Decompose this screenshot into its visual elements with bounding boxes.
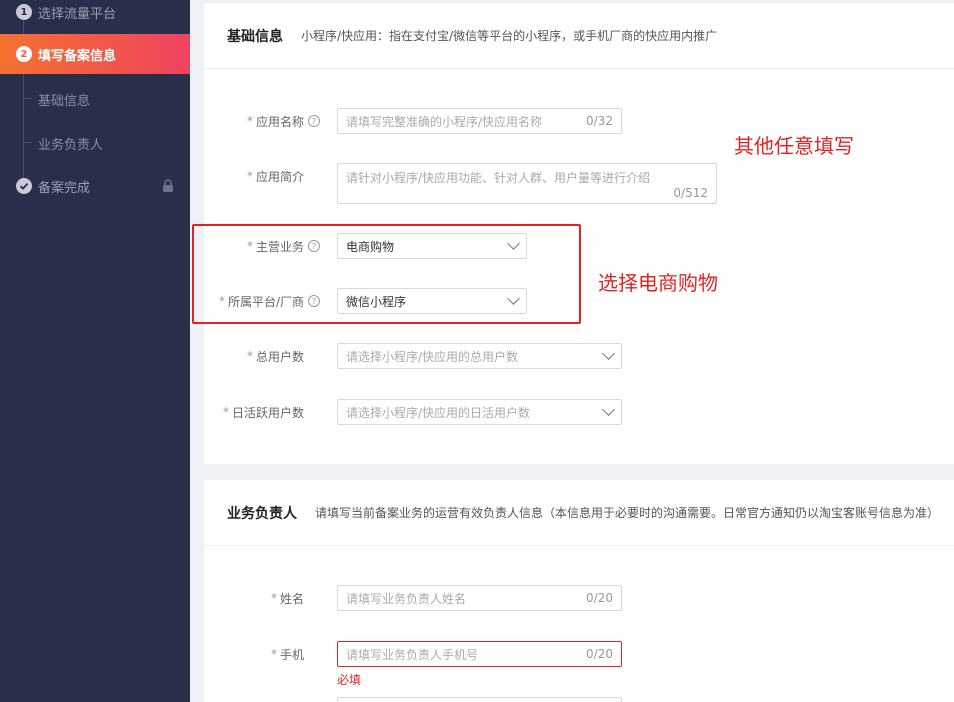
sidebar: 1 选择流量平台 2 填写备案信息 基础信息 业务负责人 备案完成 [0,0,190,702]
step-label: 选择流量平台 [38,6,117,22]
step-fill-info[interactable]: 2 填写备案信息 [0,34,190,74]
step-complete[interactable]: 备案完成 [0,166,190,206]
card-header: 基础信息 小程序/快应用：指在支付宝/微信等平台的小程序，或手机厂商的快应用内推… [204,3,954,69]
owner-phone-input[interactable]: 请填写业务负责人手机号 0/20 [337,641,622,667]
app-name-label: * 应用名称? [204,112,320,130]
app-intro-textarea[interactable]: 请针对小程序/快应用功能、针对人群、用户量等进行介绍 0/512 [337,163,717,204]
lock-icon [162,179,174,196]
char-count: 0/512 [673,186,708,200]
help-icon[interactable]: ? [308,295,320,307]
chevron-down-icon [602,347,615,360]
section-title: 基础信息 [227,28,283,45]
main-business-label: * 主营业务? [204,237,320,255]
chevron-down-icon [507,237,520,250]
app-intro-label: * 应用简介 [246,169,304,184]
total-users-label: * 总用户数 [246,349,304,364]
help-icon[interactable]: ? [308,240,320,252]
total-users-select[interactable]: 请选择小程序/快应用的总用户数 [337,343,622,369]
next-field-input[interactable] [337,697,622,702]
char-count: 0/20 [586,647,613,661]
annotation-select: 选择电商购物 [598,271,718,295]
step-label: 备案完成 [38,180,91,196]
app-name-input[interactable]: 请填写完整准确的小程序/快应用名称 0/32 [337,108,622,134]
daily-users-label: * 日活跃用户数 [222,405,304,420]
step-connector [23,74,24,178]
step-number: 1 [16,4,32,20]
owner-name-input[interactable]: 请填写业务负责人姓名 0/20 [337,585,622,611]
step-select-platform[interactable]: 1 选择流量平台 [0,0,190,32]
chevron-down-icon [507,292,520,305]
sidebar-sub-basic-info[interactable]: 基础信息 [38,90,90,109]
char-count: 0/32 [586,114,613,128]
platform-select[interactable]: 微信小程序 [337,288,527,314]
section-description: 小程序/快应用：指在支付宝/微信等平台的小程序，或手机厂商的快应用内推广 [301,29,718,43]
sidebar-sub-owner[interactable]: 业务负责人 [38,134,103,153]
platform-label: * 所属平台/厂商? [204,292,320,310]
sub-connector [24,142,32,143]
sub-connector [24,98,32,99]
step-label: 填写备案信息 [38,48,117,64]
help-icon[interactable]: ? [308,115,320,127]
name-label: * 姓名 [270,591,304,606]
card-header: 业务负责人 请填写当前备案业务的运营有效负责人信息（本信息用于必要时的沟通需要。… [204,480,954,546]
main-business-select[interactable]: 电商购物 [337,233,527,259]
phone-error-message: 必填 [337,673,362,687]
char-count: 0/20 [586,591,613,605]
daily-users-select[interactable]: 请选择小程序/快应用的日活用户数 [337,399,622,425]
section-description: 请填写当前备案业务的运营有效负责人信息（本信息用于必要时的沟通需要。日常官方通知… [315,506,940,520]
chevron-down-icon [602,403,615,416]
section-title: 业务负责人 [227,505,297,522]
phone-label: * 手机 [270,647,304,662]
annotation-other: 其他任意填写 [734,134,854,158]
check-circle-icon [16,178,32,194]
step-number: 2 [16,46,32,62]
